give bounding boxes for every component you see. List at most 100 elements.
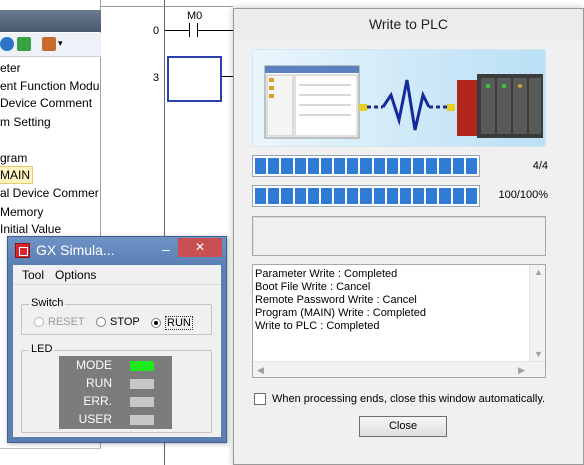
tree-item[interactable]: Initial Value — [0, 221, 61, 237]
user-led-indicator — [130, 415, 154, 425]
progress-segment — [320, 188, 333, 204]
progress-segment — [268, 188, 280, 204]
scroll-right-icon[interactable]: ▶ — [518, 365, 525, 376]
progress-segment — [465, 158, 477, 174]
progress-segment — [439, 158, 451, 174]
led-group-label: LED — [29, 343, 55, 355]
progress-segment — [399, 158, 412, 174]
progress-segment — [347, 188, 359, 204]
radio-reset: RESET — [34, 316, 85, 328]
tree-item[interactable]: gram — [0, 150, 27, 166]
radio-stop-label: STOP — [110, 316, 140, 328]
log-line: Remote Password Write : Cancel — [255, 294, 417, 306]
log-lines: Parameter Write : Completed Boot File Wr… — [255, 268, 426, 333]
auto-close-checkbox[interactable] — [254, 393, 266, 405]
led-panel: MODE RUN ERR. USER — [59, 356, 172, 429]
progress-segment — [426, 158, 438, 174]
pane-toolbar: ▾ — [0, 33, 101, 57]
tree-item-main-selected[interactable]: MAIN — [0, 166, 33, 184]
led-label: USER — [78, 412, 112, 426]
simulator-titlebar[interactable]: GX Simula... – ✕ — [8, 237, 226, 265]
write-log-list[interactable]: Parameter Write : Completed Boot File Wr… — [252, 264, 546, 378]
led-label: MODE — [76, 358, 112, 372]
led-label: ERR. — [83, 394, 112, 408]
horizontal-scrollbar[interactable]: ◀ ▶ — [253, 361, 545, 377]
led-row-err: ERR. — [59, 393, 172, 410]
progress-segment — [307, 188, 319, 204]
pane-header — [0, 10, 101, 32]
simulator-client-area: Tool Options Switch RESET STOP RUN LED M… — [13, 265, 221, 437]
progress-segment — [334, 158, 346, 174]
refresh-icon[interactable] — [17, 37, 31, 51]
led-row-user: USER — [59, 411, 172, 428]
err-led-indicator — [130, 397, 154, 407]
tree-item[interactable]: Device Comment — [0, 95, 92, 111]
progress-segment — [334, 188, 346, 204]
run-led-indicator — [130, 379, 154, 389]
progress-segment — [426, 188, 438, 204]
menu-tool[interactable]: Tool — [22, 268, 44, 282]
tree-item[interactable]: Memory — [0, 204, 43, 220]
led-row-mode: MODE — [59, 357, 172, 374]
pc-to-plc-image — [264, 65, 543, 139]
chevron-down-icon[interactable]: ▾ — [58, 38, 63, 49]
progress-segment — [373, 158, 385, 174]
close-icon[interactable]: ✕ — [178, 238, 222, 257]
progress-segment — [320, 158, 333, 174]
contact-symbol[interactable] — [189, 23, 190, 37]
progress-segment — [255, 158, 267, 174]
radio-run[interactable]: RUN — [151, 316, 193, 330]
radio-run-dot[interactable] — [151, 318, 161, 328]
top-border-line — [101, 6, 233, 7]
mode-led-indicator — [130, 361, 154, 371]
progress-segment — [281, 188, 293, 204]
tree-item[interactable]: al Device Commer — [0, 185, 99, 201]
tree-item[interactable]: m Setting — [0, 114, 51, 130]
scroll-up-icon[interactable]: ▲ — [534, 267, 543, 277]
log-line: Write to PLC : Completed — [255, 320, 380, 332]
progress-segment — [307, 158, 319, 174]
minimize-icon[interactable]: – — [158, 240, 174, 257]
overall-progress-text: 4/4 — [532, 160, 548, 172]
vertical-scrollbar[interactable]: ▲ ▼ — [529, 265, 545, 361]
progress-segment — [386, 188, 398, 204]
pc-to-plc-illustration — [252, 49, 546, 147]
progress-segment — [399, 188, 412, 204]
progress-segment — [360, 158, 372, 174]
progress-segment — [452, 158, 464, 174]
progress-segment — [439, 188, 451, 204]
contact-device-label: M0 — [187, 10, 203, 22]
radio-run-label: RUN — [165, 316, 193, 330]
overall-progress-bar — [252, 155, 480, 177]
progress-segment — [413, 158, 425, 174]
ladder-cursor[interactable] — [167, 56, 222, 102]
close-button[interactable]: Close — [359, 416, 447, 437]
step-progress-text: 100/100% — [498, 189, 548, 201]
menu-options[interactable]: Options — [55, 268, 96, 282]
tree-item[interactable]: ent Function Modu — [0, 78, 99, 94]
gx-simulator-app-icon — [15, 243, 30, 258]
scroll-left-icon[interactable]: ◀ — [257, 365, 264, 376]
radio-stop[interactable]: STOP — [96, 316, 140, 328]
radio-stop-dot[interactable] — [96, 317, 106, 327]
status-message-box — [252, 216, 546, 256]
rung-wire — [165, 30, 189, 31]
progress-segment — [281, 158, 293, 174]
progress-segment — [268, 158, 280, 174]
auto-close-option[interactable]: When processing ends, close this window … — [254, 393, 545, 405]
log-line: Program (MAIN) Write : Completed — [255, 307, 426, 319]
progress-segment — [386, 158, 398, 174]
pane-bottom-tabs — [0, 448, 101, 465]
tree-item[interactable]: eter — [0, 60, 21, 76]
progress-segment — [294, 158, 306, 174]
progress-segment — [347, 158, 359, 174]
info-icon[interactable] — [0, 37, 14, 51]
radio-reset-dot — [34, 317, 44, 327]
led-row-run: RUN — [59, 375, 172, 392]
dropdown-tool-icon[interactable] — [42, 37, 56, 51]
progress-segment — [255, 188, 267, 204]
scroll-down-icon[interactable]: ▼ — [534, 349, 543, 359]
step-progress-bar — [252, 185, 480, 207]
simulator-menu-bar: Tool Options — [13, 265, 221, 285]
switch-group-label: Switch — [29, 297, 66, 309]
